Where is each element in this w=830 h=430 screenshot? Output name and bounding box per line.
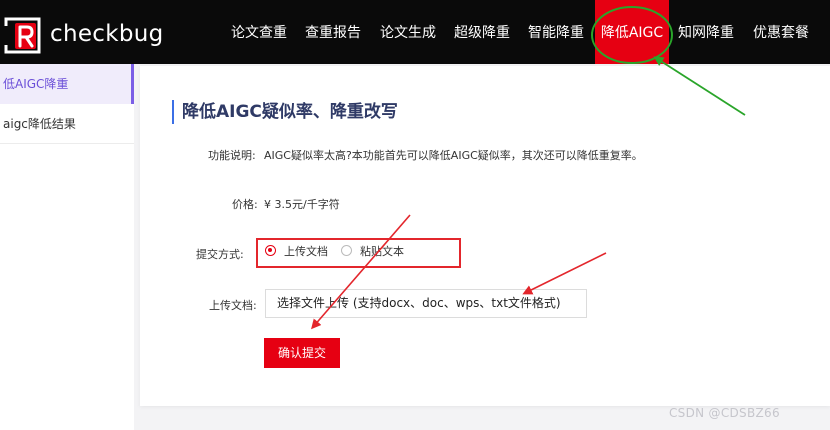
radio-paste-text[interactable]: 粘贴文本: [341, 242, 413, 262]
radio-checked-icon: [265, 245, 276, 256]
radio-upload-document-label: 上传文档: [284, 245, 328, 258]
price-value: ¥ 3.5元/千字符: [264, 198, 340, 211]
sidebar-item-aigc-results[interactable]: aigc降低结果: [0, 104, 134, 144]
radio-upload-document[interactable]: 上传文档: [265, 242, 337, 262]
sidebar-item-reduce-aigc[interactable]: 低AIGC降重: [0, 64, 134, 104]
price-label: 价格:: [232, 198, 258, 211]
confirm-submit-button[interactable]: 确认提交: [264, 338, 340, 368]
left-sidebar: 低AIGC降重 aigc降低结果: [0, 64, 134, 430]
top-navigation-bar: checkbug 论文查重 查重报告 论文生成 超级降重 智能降重 降低AIGC…: [0, 0, 830, 64]
submit-mode-label: 提交方式:: [196, 248, 244, 261]
brand-name[interactable]: checkbug: [50, 20, 164, 48]
upload-label: 上传文档:: [209, 299, 257, 312]
nav-item-super-rewrite[interactable]: 超级降重: [448, 0, 516, 64]
nav-item-cnki-rewrite[interactable]: 知网降重: [672, 0, 740, 64]
file-upload-button[interactable]: 选择文件上传 (支持docx、doc、wps、txt文件格式): [265, 289, 587, 318]
watermark: CSDN @CDSBZ66: [669, 406, 780, 420]
nav-item-paper-generate[interactable]: 论文生成: [374, 0, 442, 64]
description-label: 功能说明:: [208, 149, 256, 162]
checkbug-logo-icon[interactable]: [2, 15, 44, 55]
nav-item-discount-package[interactable]: 优惠套餐: [747, 0, 815, 64]
radio-unchecked-icon: [341, 245, 352, 256]
radio-paste-text-label: 粘贴文本: [360, 245, 404, 258]
nav-item-reduce-aigc[interactable]: 降低AIGC: [595, 0, 669, 64]
nav-item-paper-check[interactable]: 论文查重: [225, 0, 293, 64]
nav-item-check-report[interactable]: 查重报告: [299, 0, 367, 64]
nav-item-smart-rewrite[interactable]: 智能降重: [522, 0, 590, 64]
page-title: 降低AIGC疑似率、降重改写: [172, 100, 398, 124]
description-text: AIGC疑似率太高?本功能首先可以降低AIGC疑似率，其次还可以降低重复率。: [264, 149, 643, 162]
